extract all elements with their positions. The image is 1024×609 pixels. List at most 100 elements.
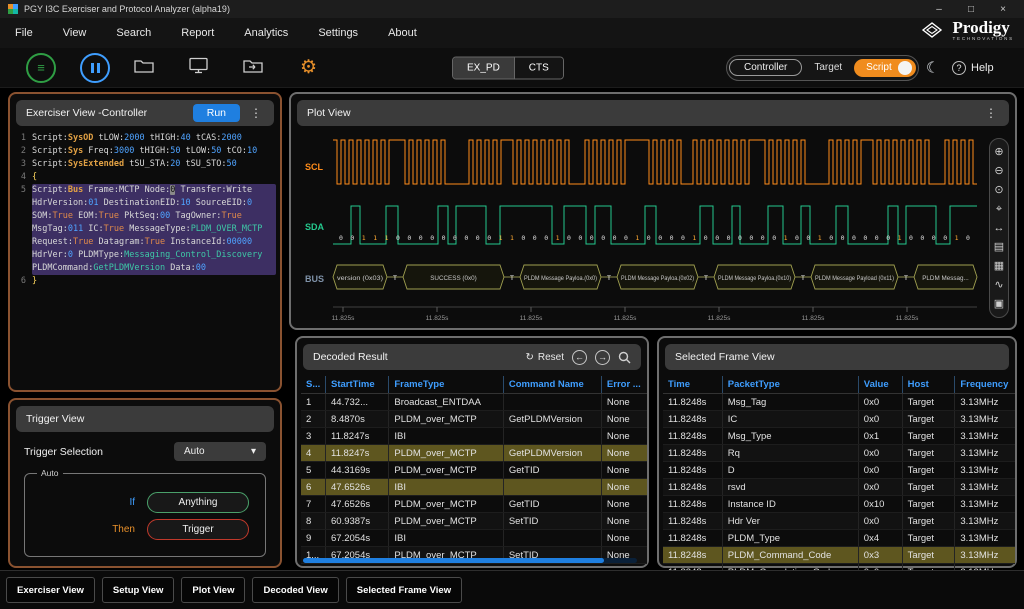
sda-bit: 0 bbox=[624, 234, 628, 242]
menu-item-about[interactable]: About bbox=[373, 18, 432, 48]
table-row[interactable]: 647.6526sIBINone bbox=[301, 479, 647, 496]
horizontal-scrollbar[interactable] bbox=[303, 558, 637, 563]
settings-gear-icon[interactable]: ⚙ bbox=[300, 57, 317, 78]
if-condition-button[interactable]: Anything bbox=[147, 492, 249, 513]
zoom-out-icon[interactable]: ⊖ bbox=[994, 163, 1003, 179]
menu-item-file[interactable]: File bbox=[0, 18, 48, 48]
export-folder-icon[interactable] bbox=[243, 58, 263, 78]
move-horizontal-icon[interactable]: ↔ bbox=[994, 220, 1005, 236]
open-folder-icon[interactable] bbox=[134, 58, 154, 78]
view-tab-setup-view[interactable]: Setup View bbox=[102, 577, 175, 603]
search-icon[interactable] bbox=[618, 351, 631, 364]
menu-item-report[interactable]: Report bbox=[166, 18, 229, 48]
zoom-in-icon[interactable]: ⊕ bbox=[994, 144, 1003, 160]
view-tab-exerciser-view[interactable]: Exerciser View bbox=[6, 577, 95, 603]
code-line[interactable]: 2Script:Sys Freq:3000 tHIGH:50 tLOW:50 t… bbox=[14, 145, 276, 158]
code-line[interactable]: 5Script:Bus Frame:MCTP Node:0 Transfer:W… bbox=[14, 184, 276, 275]
sda-bit: 0 bbox=[704, 234, 708, 242]
table-row[interactable]: 967.2054sIBINone bbox=[301, 530, 647, 547]
column-header[interactable]: PacketType bbox=[722, 376, 858, 394]
waveform-icon[interactable]: ∿ bbox=[994, 277, 1003, 293]
then-action-button[interactable]: Trigger bbox=[147, 519, 249, 540]
scrollbar-thumb[interactable] bbox=[303, 558, 604, 563]
table-row[interactable]: 11.8248sPLDM_Command_Code0x3Target3.13MH… bbox=[663, 547, 1015, 564]
column-header[interactable]: Host bbox=[902, 376, 955, 394]
column-header[interactable]: Command Name bbox=[503, 376, 601, 394]
layout-icon[interactable]: ▤ bbox=[994, 239, 1004, 255]
table-row[interactable]: 11.8248sInstance ID0x10Target3.13MHz bbox=[663, 496, 1015, 513]
code-line[interactable]: 3Script:SysExtended tSU_STA:20 tSU_STO:5… bbox=[14, 158, 276, 171]
code-line[interactable]: 6} bbox=[14, 275, 276, 288]
plot-menu-icon[interactable]: ⋮ bbox=[983, 106, 999, 120]
table-row[interactable]: 544.3169sPLDM_over_MCTPGetTIDNone bbox=[301, 462, 647, 479]
table-row[interactable]: 11.8248sHdr Ver0x0Target3.13MHz bbox=[663, 513, 1015, 530]
view-tab-plot-view[interactable]: Plot View bbox=[181, 577, 245, 603]
sda-bit: 0 bbox=[841, 234, 845, 242]
menu-item-search[interactable]: Search bbox=[101, 18, 166, 48]
bus-separator: T bbox=[904, 275, 908, 282]
waveform-plot[interactable]: SCLSDABUS0011100000000011000100000010000… bbox=[299, 124, 989, 326]
table-row[interactable]: 747.6526sPLDM_over_MCTPGetTIDNone bbox=[301, 496, 647, 513]
code-editor[interactable]: 1Script:SysOD tLOW:2000 tHIGH:40 tCAS:20… bbox=[14, 132, 276, 288]
pause-icon[interactable] bbox=[80, 53, 110, 83]
table-row[interactable]: 11.8248srsvd0x0Target3.13MHz bbox=[663, 479, 1015, 496]
mode-target-button[interactable]: Target bbox=[802, 62, 854, 73]
column-header[interactable]: Time bbox=[663, 376, 722, 394]
snapshot-icon[interactable]: ▣ bbox=[994, 296, 1004, 312]
mode-controller-button[interactable]: Controller bbox=[729, 59, 802, 76]
table-cell: Hdr Ver bbox=[722, 513, 858, 530]
column-header[interactable]: StartTime bbox=[326, 376, 389, 394]
table-row[interactable]: 144.732...Broadcast_ENTDAANone bbox=[301, 394, 647, 411]
column-header[interactable]: S... bbox=[301, 376, 326, 394]
code-line[interactable]: 1Script:SysOD tLOW:2000 tHIGH:40 tCAS:20… bbox=[14, 132, 276, 145]
column-header[interactable]: Value bbox=[858, 376, 902, 394]
trigger-selection-dropdown[interactable]: Auto ▾ bbox=[174, 442, 266, 461]
menu-item-view[interactable]: View bbox=[48, 18, 102, 48]
bus-separator: T bbox=[704, 275, 708, 282]
table-row[interactable]: 411.8247sPLDM_over_MCTPGetPLDMVersionNon… bbox=[301, 445, 647, 462]
device-tab-ex_pd[interactable]: EX_PD bbox=[453, 57, 515, 78]
mode-script-toggle[interactable]: Script bbox=[854, 59, 916, 77]
next-frame-icon[interactable]: → bbox=[595, 350, 610, 365]
minimize-button[interactable]: – bbox=[926, 4, 952, 15]
table-cell: 0x0 bbox=[858, 445, 902, 462]
reset-button[interactable]: ↻Reset bbox=[525, 352, 564, 363]
close-button[interactable]: × bbox=[990, 4, 1016, 15]
table-row[interactable]: 11.8248sRq0x0Target3.13MHz bbox=[663, 445, 1015, 462]
table-row[interactable]: 311.8247sIBINone bbox=[301, 428, 647, 445]
column-header[interactable]: Error ... bbox=[601, 376, 647, 394]
table-row[interactable]: 11.8248sD0x0Target3.13MHz bbox=[663, 462, 1015, 479]
table-cell: Msg_Tag bbox=[722, 394, 858, 411]
view-tab-selected-frame-view[interactable]: Selected Frame View bbox=[346, 577, 462, 603]
table-cell: 11.8247s bbox=[326, 428, 389, 445]
grid-icon[interactable]: ▦ bbox=[994, 258, 1004, 274]
table-cell: Rq bbox=[722, 445, 858, 462]
table-row[interactable]: 11.8248sMsg_Type0x1Target3.13MHz bbox=[663, 428, 1015, 445]
pan-icon[interactable]: ⌖ bbox=[996, 201, 1002, 217]
table-row[interactable]: 11.8248sIC0x0Target3.13MHz bbox=[663, 411, 1015, 428]
view-tab-decoded-view[interactable]: Decoded View bbox=[252, 577, 338, 603]
table-row[interactable]: 860.9387sPLDM_over_MCTPSetTIDNone bbox=[301, 513, 647, 530]
maximize-button[interactable]: □ bbox=[958, 4, 984, 15]
table-cell: 0x0 bbox=[858, 479, 902, 496]
table-row[interactable]: 11.8248sMsg_Tag0x0Target3.13MHz bbox=[663, 394, 1015, 411]
device-tab-cts[interactable]: CTS bbox=[515, 57, 563, 78]
column-header[interactable]: Frequency bbox=[955, 376, 1015, 394]
table-row[interactable]: 28.4870sPLDM_over_MCTPGetPLDMVersionNone bbox=[301, 411, 647, 428]
menu-item-settings[interactable]: Settings bbox=[303, 18, 373, 48]
help-button[interactable]: ? Help bbox=[952, 61, 994, 75]
dark-mode-icon[interactable]: ☾ bbox=[926, 59, 939, 76]
auto-group: Auto If Anything Then Trigger bbox=[24, 473, 266, 557]
prev-frame-icon[interactable]: ← bbox=[572, 350, 587, 365]
run-button[interactable]: Run bbox=[193, 104, 240, 122]
exerciser-menu-icon[interactable]: ⋮ bbox=[248, 106, 264, 120]
table-row[interactable]: 11.8248sPLDM_Type0x4Target3.13MHz bbox=[663, 530, 1015, 547]
column-header[interactable]: FrameType bbox=[389, 376, 503, 394]
exerciser-icon[interactable]: ≡ bbox=[26, 53, 56, 83]
plot-panel: Plot View ⋮ SCLSDABUS0011100000000011000… bbox=[289, 92, 1017, 330]
display-icon[interactable] bbox=[189, 57, 208, 78]
zoom-reset-icon[interactable]: ⊙ bbox=[994, 182, 1003, 198]
code-line[interactable]: 4{ bbox=[14, 171, 276, 184]
help-label: Help bbox=[971, 62, 994, 74]
menu-item-analytics[interactable]: Analytics bbox=[229, 18, 303, 48]
